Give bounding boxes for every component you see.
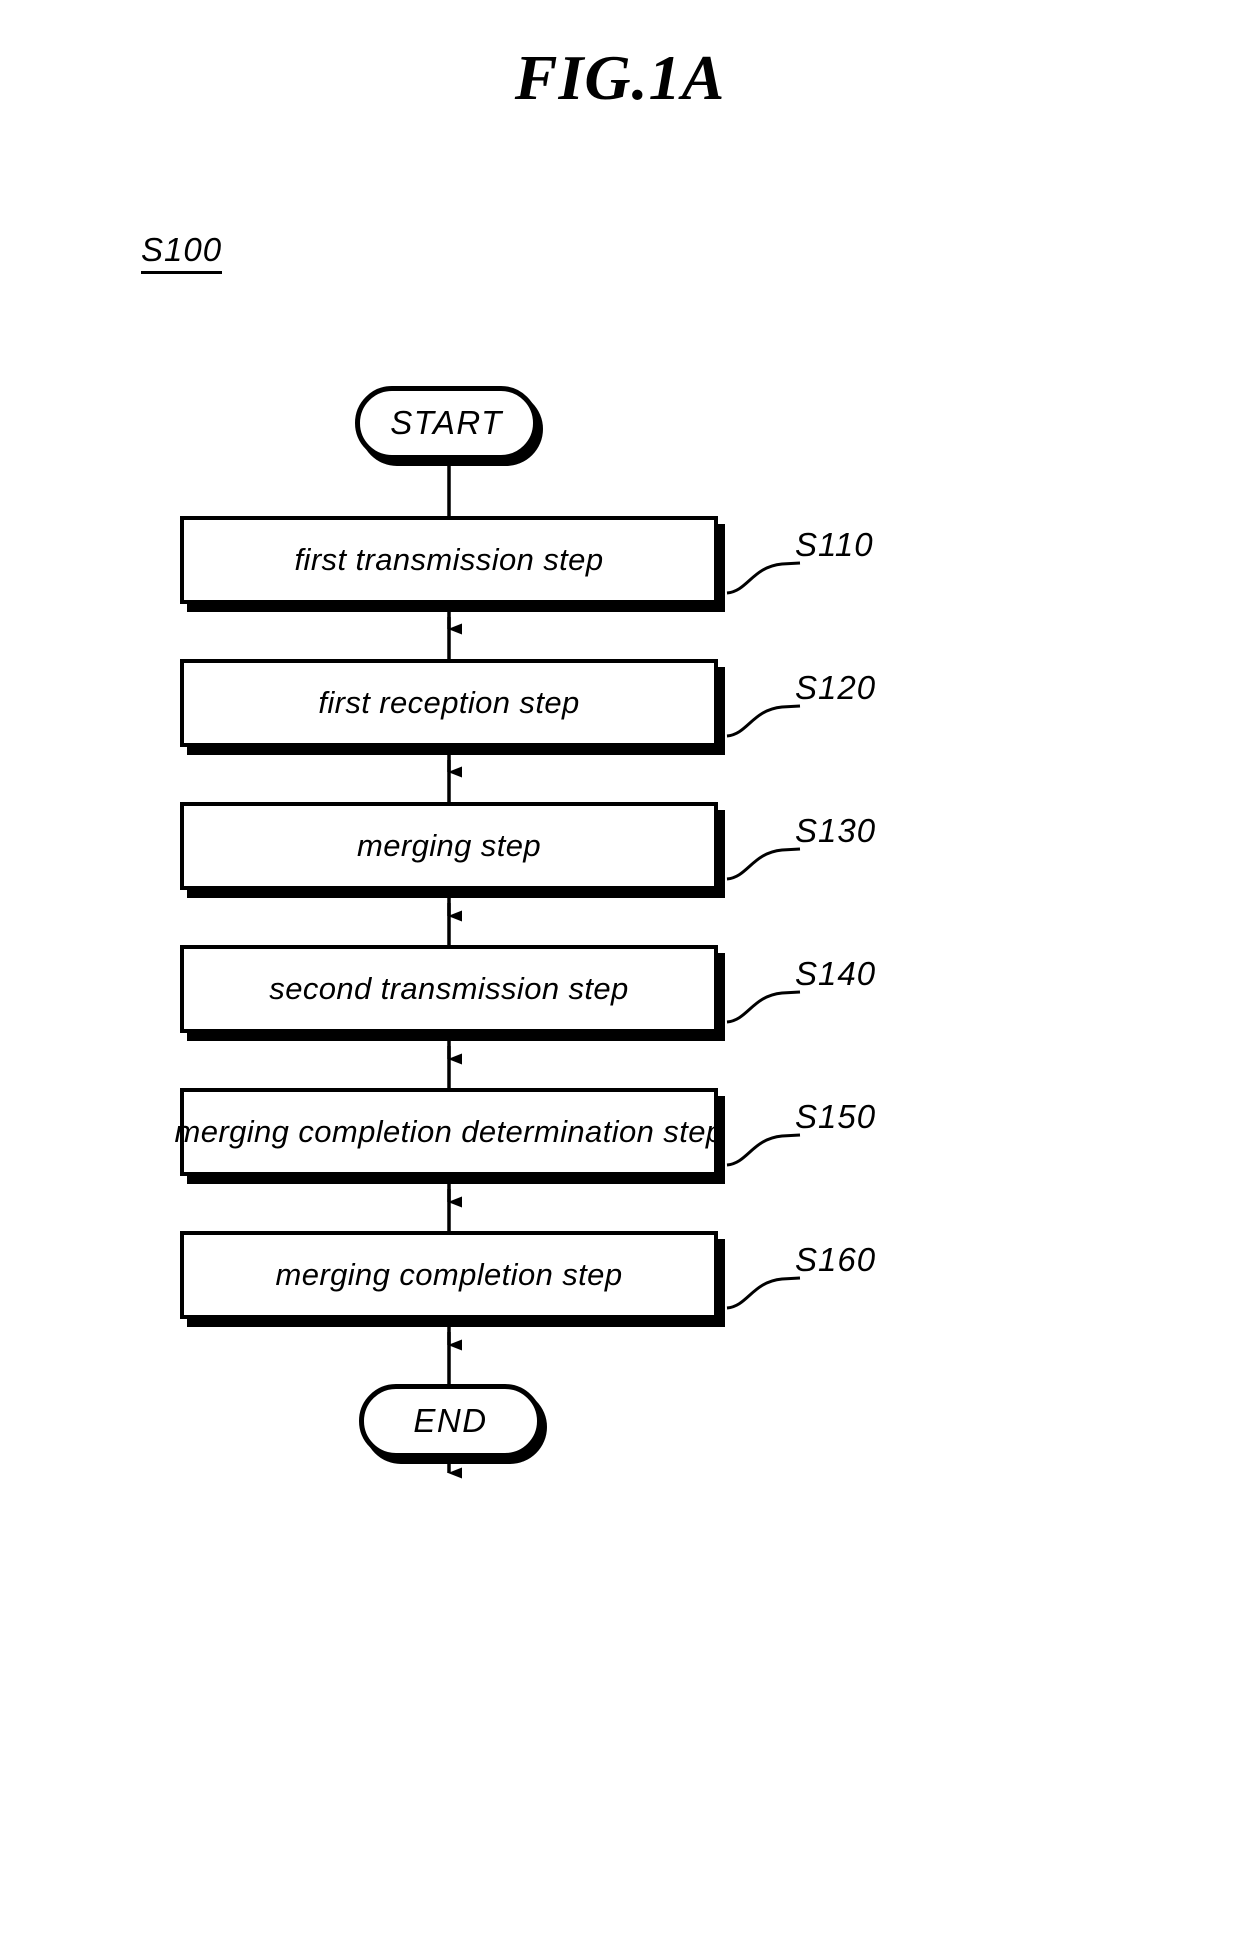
process-box-s110: first transmission step bbox=[180, 516, 718, 604]
process-box-s130-label: merging step bbox=[356, 828, 541, 863]
ref-label-s120: S120 bbox=[795, 669, 877, 706]
process-box-s110-label: first transmission step bbox=[294, 542, 604, 577]
process-box-s150-label: merging completion determination step bbox=[174, 1114, 724, 1149]
ref-label-s160: S160 bbox=[795, 1241, 877, 1278]
leader-line-s130 bbox=[726, 847, 801, 881]
end-terminal-label: END bbox=[413, 1402, 488, 1439]
process-box-s160-label: merging completion step bbox=[275, 1257, 623, 1292]
process-box-s120-label: first reception step bbox=[318, 685, 580, 720]
process-box-s150: merging completion determination step bbox=[175, 1088, 723, 1176]
process-box-s160: merging completion step bbox=[180, 1231, 718, 1319]
leader-line-s120 bbox=[726, 704, 801, 738]
process-box-s130: merging step bbox=[180, 802, 718, 890]
ref-label-s140: S140 bbox=[795, 955, 877, 992]
ref-label-s150: S150 bbox=[795, 1098, 877, 1135]
figure-page: FIG.1A S100 START first transmission ste… bbox=[0, 0, 1240, 1947]
process-box-s120: first reception step bbox=[180, 659, 718, 747]
process-id-label: S100 bbox=[141, 231, 223, 275]
leader-line-s140 bbox=[726, 990, 801, 1024]
ref-label-s130: S130 bbox=[795, 812, 877, 849]
start-terminal-label: START bbox=[390, 404, 503, 441]
leader-line-s110 bbox=[726, 561, 801, 595]
leader-line-s160 bbox=[726, 1276, 801, 1310]
process-box-s140-label: second transmission step bbox=[269, 971, 629, 1006]
end-terminal: END bbox=[359, 1384, 542, 1458]
leader-line-s150 bbox=[726, 1133, 801, 1167]
start-terminal: START bbox=[355, 386, 538, 460]
process-box-s140: second transmission step bbox=[180, 945, 718, 1033]
figure-title: FIG.1A bbox=[514, 42, 726, 113]
ref-label-s110: S110 bbox=[795, 526, 874, 563]
